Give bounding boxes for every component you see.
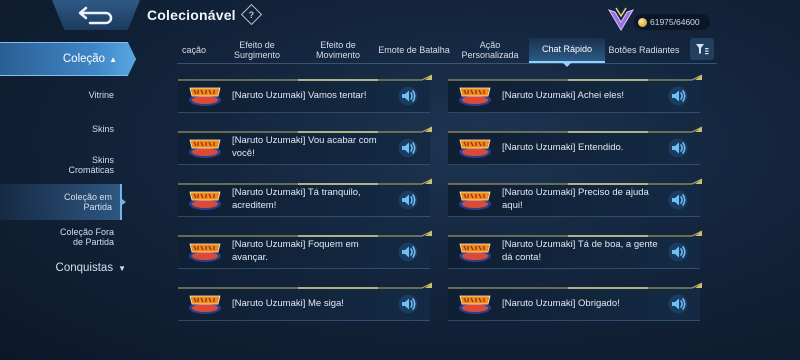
- coin-icon: [638, 17, 647, 27]
- sidebar-item-skins-cromaticas[interactable]: Skins Cromáticas: [0, 150, 122, 180]
- quick-chat-text: [Naruto Uzumaki] Achei eles!: [502, 89, 624, 101]
- naruto-logo-icon: [459, 139, 491, 158]
- quick-chat-item[interactable]: [Naruto Uzumaki] Tá de boa, a gente dá c…: [448, 230, 703, 269]
- quick-chat-item[interactable]: [Naruto Uzumaki] Achei eles!: [448, 74, 703, 113]
- quick-chat-text: [Naruto Uzumaki] Entendido.: [502, 141, 624, 153]
- tab-label: Efeito de Surgimento: [233, 39, 281, 60]
- page-title: Colecionável: [147, 7, 236, 23]
- naruto-logo-icon: [459, 87, 491, 106]
- naruto-logo-icon: [459, 191, 491, 210]
- speaker-icon[interactable]: [668, 138, 688, 158]
- quick-chat-grid: [Naruto Uzumaki] Vamos tentar! [Naruto U…: [178, 70, 718, 360]
- speaker-icon[interactable]: [398, 86, 418, 106]
- category-tabs: cação Efeito de Surgimento Efeito de Mov…: [177, 38, 717, 67]
- rank-emblem-icon: [607, 7, 635, 31]
- sidebar-item-vitrine[interactable]: Vitrine: [0, 84, 122, 106]
- quick-chat-text: [Naruto Uzumaki] Obrigado!: [502, 297, 620, 309]
- sidebar-item-label: Skins: [91, 123, 114, 134]
- quick-chat-item[interactable]: [Naruto Uzumaki] Me siga!: [178, 282, 433, 321]
- card-trim-decoration: [178, 74, 433, 81]
- quick-chat-item[interactable]: [Naruto Uzumaki] Foquem em avançar.: [178, 230, 433, 269]
- tab-partial[interactable]: cação: [177, 38, 211, 63]
- quick-chat-text: [Naruto Uzumaki] Tá de boa, a gente dá c…: [502, 239, 658, 263]
- sidebar-item-colecao-em-partida[interactable]: Coleção em Partida: [0, 184, 126, 220]
- speaker-icon[interactable]: [398, 242, 418, 262]
- tab-label: cação: [181, 44, 207, 55]
- sidebar: Coleção ▲ Vitrine Skins Skins Cromáticas…: [0, 38, 140, 360]
- tab-botoes-radiantes[interactable]: Botões Radiantes: [605, 38, 683, 63]
- sidebar-item-label: Coleção Fora de Partida: [59, 226, 114, 247]
- sidebar-group-conquistas[interactable]: Conquistas ▼: [0, 262, 130, 274]
- quick-chat-item[interactable]: [Naruto Uzumaki] Entendido.: [448, 126, 703, 165]
- card-trim-decoration: [448, 74, 703, 81]
- top-bar: Colecionável ? 61975/64600: [0, 0, 800, 38]
- sidebar-item-skins[interactable]: Skins: [0, 118, 122, 140]
- tab-label: Emote de Batalha: [378, 44, 450, 55]
- tab-efeito-de-movimento[interactable]: Efeito de Movimento: [299, 38, 377, 63]
- help-glyph: ?: [248, 9, 255, 20]
- speaker-icon[interactable]: [668, 294, 688, 314]
- back-button[interactable]: [52, 0, 140, 30]
- card-trim-decoration: [448, 282, 703, 289]
- speaker-icon[interactable]: [668, 86, 688, 106]
- sidebar-item-label: Coleção em Partida: [63, 191, 112, 212]
- card-trim-decoration: [448, 126, 703, 133]
- chevron-up-icon: ▲: [109, 54, 117, 64]
- sidebar-item-label: Skins Cromáticas: [68, 154, 114, 175]
- tab-label: Chat Rápido: [541, 43, 593, 54]
- quick-chat-item[interactable]: [Naruto Uzumaki] Vamos tentar!: [178, 74, 433, 113]
- quick-chat-item[interactable]: [Naruto Uzumaki] Obrigado!: [448, 282, 703, 321]
- speaker-icon[interactable]: [398, 294, 418, 314]
- speaker-icon[interactable]: [668, 242, 688, 262]
- sidebar-group-label: Conquistas: [55, 262, 114, 274]
- card-trim-decoration: [178, 178, 433, 185]
- tab-label: Ação Personalizada: [461, 39, 519, 60]
- currency-display: 61975/64600: [634, 14, 710, 30]
- naruto-logo-icon: [189, 191, 221, 210]
- sidebar-group-label: Coleção: [62, 53, 106, 65]
- sidebar-item-colecao-fora-de-partida[interactable]: Coleção Fora de Partida: [0, 222, 122, 252]
- filter-icon: [696, 44, 709, 55]
- naruto-logo-icon: [189, 87, 221, 106]
- sidebar-group-colecao[interactable]: Coleção ▲: [0, 42, 136, 76]
- naruto-logo-icon: [189, 295, 221, 314]
- quick-chat-text: [Naruto Uzumaki] Vou acabar com você!: [232, 135, 377, 159]
- filter-button[interactable]: [690, 38, 714, 60]
- chevron-down-icon: ▼: [118, 263, 126, 273]
- tab-label: Efeito de Movimento: [315, 39, 360, 60]
- currency-value: 61975/64600: [650, 17, 700, 27]
- sidebar-item-label: Vitrine: [88, 89, 114, 100]
- card-trim-decoration: [178, 282, 433, 289]
- naruto-logo-icon: [189, 243, 221, 262]
- card-trim-decoration: [178, 126, 433, 133]
- quick-chat-text: [Naruto Uzumaki] Tá tranquilo, acreditem…: [232, 187, 361, 211]
- quick-chat-text: [Naruto Uzumaki] Me siga!: [232, 297, 344, 309]
- card-trim-decoration: [448, 230, 703, 237]
- naruto-logo-icon: [189, 139, 221, 158]
- back-arrow-icon: [78, 6, 113, 25]
- quick-chat-text: [Naruto Uzumaki] Vamos tentar!: [232, 89, 367, 101]
- speaker-icon[interactable]: [398, 190, 418, 210]
- quick-chat-item[interactable]: [Naruto Uzumaki] Preciso de ajuda aqui!: [448, 178, 703, 217]
- naruto-logo-icon: [459, 243, 491, 262]
- tab-emote-de-batalha[interactable]: Emote de Batalha: [375, 38, 453, 63]
- tab-efeito-de-surgimento[interactable]: Efeito de Surgimento: [217, 38, 297, 63]
- tab-acao-personalizada[interactable]: Ação Personalizada: [453, 38, 527, 63]
- naruto-logo-icon: [459, 295, 491, 314]
- quick-chat-text: [Naruto Uzumaki] Preciso de ajuda aqui!: [502, 187, 649, 211]
- speaker-icon[interactable]: [398, 138, 418, 158]
- quick-chat-item[interactable]: [Naruto Uzumaki] Vou acabar com você!: [178, 126, 433, 165]
- tab-chat-rapido[interactable]: Chat Rápido: [529, 38, 605, 67]
- card-trim-decoration: [178, 230, 433, 237]
- tab-label: Botões Radiantes: [608, 44, 680, 55]
- quick-chat-text: [Naruto Uzumaki] Foquem em avançar.: [232, 239, 359, 263]
- speaker-icon[interactable]: [668, 190, 688, 210]
- quick-chat-item[interactable]: [Naruto Uzumaki] Tá tranquilo, acreditem…: [178, 178, 433, 217]
- card-trim-decoration: [448, 178, 703, 185]
- help-icon[interactable]: ?: [240, 3, 263, 26]
